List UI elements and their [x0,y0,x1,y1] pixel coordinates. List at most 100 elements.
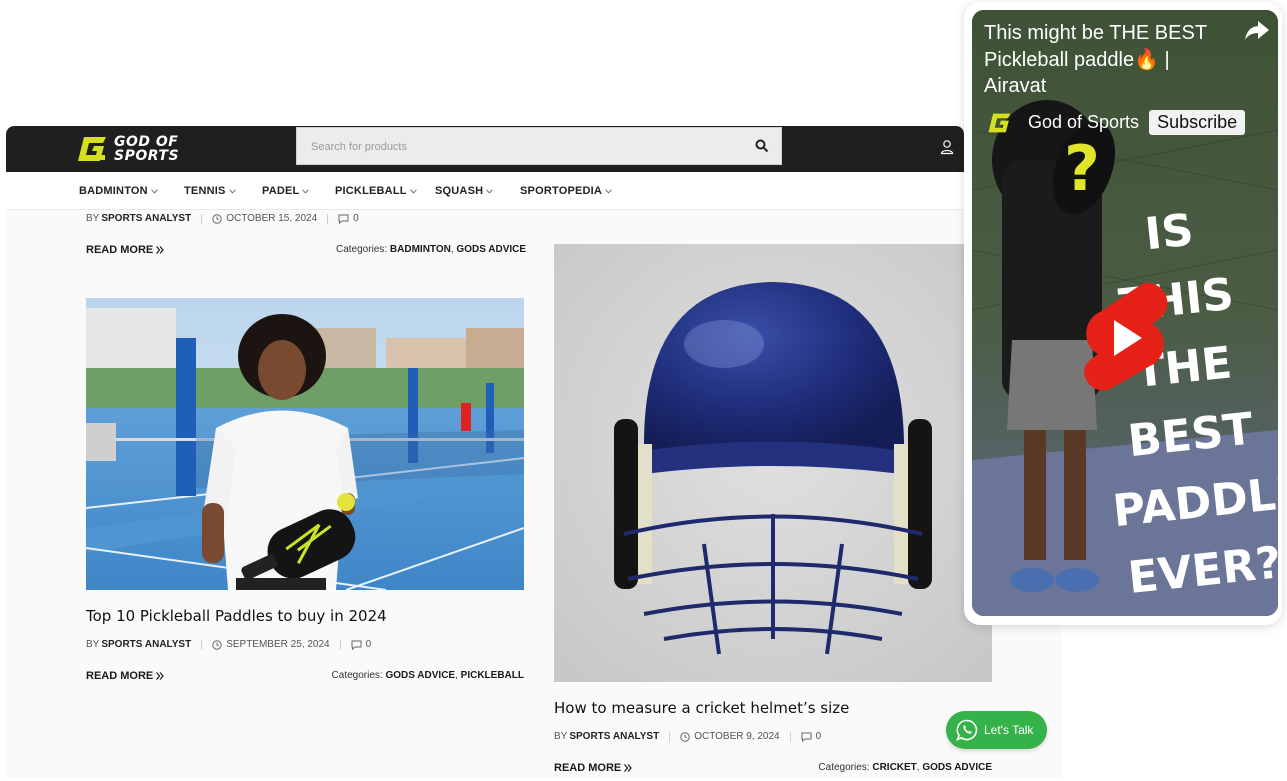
youtube-short-popup[interactable]: ? This might be THE BEST Pickleball padd… [964,2,1282,625]
meta-divider [327,213,329,224]
double-chevron-right-icon [624,764,633,772]
clock-icon [212,639,222,650]
nav-item-label: PADEL [262,185,300,197]
meta-divider [669,731,671,742]
video-channel: God of Sports Subscribe [988,110,1246,135]
nav-item-pickleball[interactable]: PICKLEBALL [335,185,417,197]
logo-text: GOD OF SPORTS [114,135,179,163]
categories-label: Categories: [818,762,870,773]
video-title[interactable]: This might be THE BEST Pickleball paddle… [984,20,1234,100]
video-player[interactable]: ? This might be THE BEST Pickleball padd… [972,10,1278,616]
post-date: OCTOBER 15, 2024 [226,213,318,224]
post-thumbnail-pickleball[interactable] [86,298,524,590]
post-thumbnail-cricket-helmet[interactable] [554,244,992,682]
read-more-label: READ MORE [554,762,622,774]
post-by-label: BY [86,639,100,650]
read-more-label: READ MORE [86,244,154,256]
read-more-label: READ MORE [86,670,154,682]
post-title[interactable]: Top 10 Pickleball Paddles to buy in 2024 [86,607,387,625]
nav-item-label: BADMINTON [79,185,148,197]
channel-logo-icon[interactable] [988,112,1014,134]
categories-label: Categories: [331,670,383,681]
whatsapp-label: Let's Talk [984,723,1034,737]
chevron-down-icon [605,188,612,194]
shorts-play-icon[interactable] [1080,280,1170,398]
nav-item-padel[interactable]: PADEL [262,185,310,197]
chevron-down-icon [486,188,494,194]
post-comment-count: 0 [815,731,822,742]
comment-icon [801,732,812,742]
cricket-helmet-image [554,244,992,682]
site-logo[interactable]: GOD OF SPORTS [78,132,179,166]
category-link[interactable]: GODS ADVICE [922,762,992,773]
site-header: GOD OF SPORTS [6,126,964,172]
double-chevron-right-icon [156,246,165,254]
meta-divider [201,639,203,650]
post-date: SEPTEMBER 25, 2024 [226,639,330,650]
post-date: OCTOBER 9, 2024 [694,731,780,742]
post-comment-count: 0 [353,213,359,224]
post-categories: Categories: BADMINTON, GODS ADVICE [336,244,526,255]
subscribe-button[interactable]: Subscribe [1149,110,1246,135]
category-link[interactable]: GODS ADVICE [385,670,455,681]
meta-divider [789,731,791,742]
post-meta: BY SPORTS ANALYST SEPTEMBER 25, 2024 0 [86,639,371,650]
category-link[interactable]: CRICKET [872,762,916,773]
share-icon[interactable] [1244,20,1270,42]
meta-divider [339,639,341,650]
nav-item-tennis[interactable]: TENNIS [184,185,236,197]
post-comment-count: 0 [365,639,372,650]
user-account-icon[interactable] [940,139,954,155]
post-title[interactable]: How to measure a cricket helmet’s size [554,699,849,717]
nav-item-sportopedia[interactable]: SPORTOPEDIA [520,185,612,197]
chevron-down-icon [150,188,158,194]
comment-icon [351,640,362,650]
nav-item-label: SQUASH [435,185,484,197]
website-frame: GOD OF SPORTS BADMINTON TENNIS PADEL [6,126,1061,778]
read-more-link[interactable]: READ MORE [86,670,165,682]
post-author[interactable]: SPORTS ANALYST [101,213,191,224]
post-author[interactable]: SPORTS ANALYST [101,639,191,650]
nav-item-label: TENNIS [184,185,226,197]
post-by-label: BY [86,213,100,224]
logo-mark-icon [78,137,106,161]
post-author[interactable]: SPORTS ANALYST [569,731,659,742]
category-link[interactable]: PICKLEBALL [461,670,524,681]
comment-icon [338,214,349,224]
channel-name[interactable]: God of Sports [1028,112,1139,133]
post-meta: BY SPORTS ANALYST OCTOBER 15, 2024 0 [86,213,359,224]
nav-item-badminton[interactable]: BADMINTON [79,185,158,197]
double-chevron-right-icon [156,672,165,680]
category-link[interactable]: BADMINTON [390,244,451,255]
category-separator: , [450,244,454,255]
category-separator: , [455,670,458,681]
svg-text:?: ? [1064,132,1100,205]
nav-item-label: PICKLEBALL [335,185,407,197]
chevron-down-icon [228,188,236,194]
category-link[interactable]: GODS ADVICE [456,244,526,255]
post-categories: Categories: CRICKET, GODS ADVICE [792,762,992,773]
logo-text-line2: SPORTS [114,148,180,164]
main-navigation: BADMINTON TENNIS PADEL PICKLEBALL SQUASH… [6,172,964,210]
post-categories: Categories: GODS ADVICE, PICKLEBALL [324,670,524,681]
read-more-link[interactable]: READ MORE [554,762,633,774]
clock-icon [680,731,690,742]
chevron-down-icon [302,188,310,194]
nav-item-label: SPORTOPEDIA [520,185,603,197]
logo-text-line1: GOD OF [114,134,179,150]
clock-icon [212,213,222,224]
chevron-down-icon [409,188,417,194]
meta-divider [201,213,203,224]
whatsapp-chat-button[interactable]: Let's Talk [946,711,1047,749]
post-by-label: BY [554,731,568,742]
categories-label: Categories: [336,244,388,255]
search-icon[interactable] [755,139,769,153]
read-more-link[interactable]: READ MORE [86,244,165,256]
pickleball-player-image [86,298,524,590]
category-separator: , [916,762,920,773]
nav-item-squash[interactable]: SQUASH [435,185,494,197]
post-meta: BY SPORTS ANALYST OCTOBER 9, 2024 0 [554,731,821,742]
search-input[interactable] [311,137,731,157]
whatsapp-icon [956,719,978,741]
search-bar [296,127,782,165]
